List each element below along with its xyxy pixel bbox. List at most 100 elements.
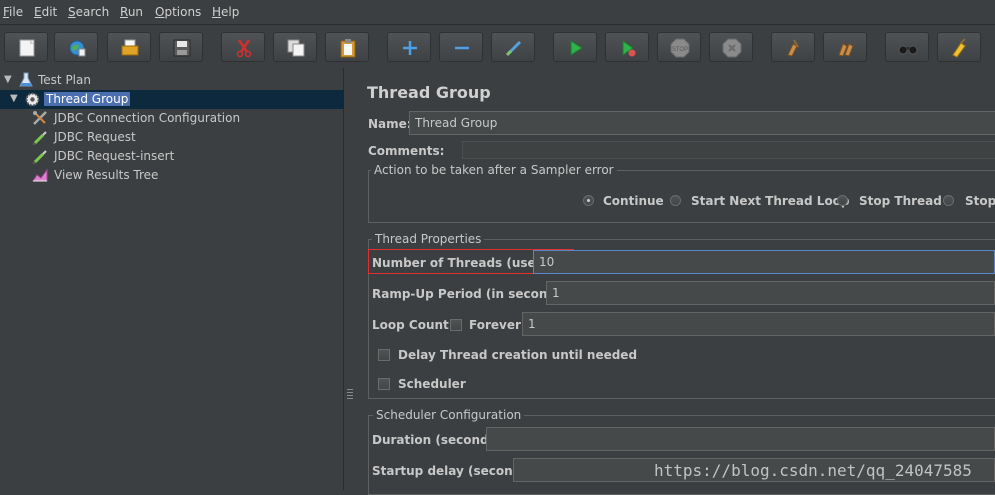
start-next-loop-label[interactable]: Start Next Thread Loop	[691, 194, 850, 208]
panel-title: Thread Group	[367, 83, 491, 102]
thread-group-icon	[25, 92, 40, 107]
menu-search-label: earch	[75, 5, 110, 19]
toggle-button[interactable]	[491, 32, 535, 62]
menu-file[interactable]: File	[3, 5, 23, 19]
comments-label: Comments:	[368, 144, 445, 158]
stop-button[interactable]: STOP	[657, 32, 701, 62]
stop-test-radio[interactable]	[943, 195, 954, 206]
search-button[interactable]	[885, 32, 929, 62]
stop-thread-radio[interactable]	[837, 195, 848, 206]
copy-icon	[287, 39, 305, 57]
duration-field[interactable]	[486, 427, 995, 451]
menu-run-mnemonic: R	[120, 5, 128, 19]
templates-icon	[69, 40, 86, 57]
expand-icon	[403, 41, 417, 55]
menu-options[interactable]: Options	[155, 5, 201, 19]
search-icon	[898, 45, 918, 55]
expand-all-button[interactable]	[387, 32, 431, 62]
thread-properties-title: Thread Properties	[372, 232, 485, 246]
menu-search-mnemonic: S	[68, 5, 76, 19]
split-pane-divider[interactable]	[344, 68, 356, 490]
thread-group-panel: Thread Group Name: Thread Group Comments…	[356, 68, 995, 495]
start-button[interactable]	[553, 32, 597, 62]
delay-thread-label[interactable]: Delay Thread creation until needed	[398, 348, 637, 362]
menu-file-label: ile	[9, 5, 24, 19]
sampler-icon	[32, 150, 47, 164]
loop-count-label: Loop Count:	[372, 318, 454, 332]
name-field[interactable]: Thread Group	[409, 111, 995, 135]
forever-label[interactable]: Forever	[469, 318, 521, 332]
save-button[interactable]	[159, 32, 203, 62]
open-button[interactable]	[107, 32, 151, 62]
scheduler-label[interactable]: Scheduler	[398, 377, 466, 391]
comments-field[interactable]	[462, 141, 995, 159]
grip-line	[347, 389, 353, 390]
config-element-icon	[33, 111, 47, 125]
tree-item-jdbc-connection[interactable]: JDBC Connection Configuration	[0, 109, 344, 128]
ramp-up-field[interactable]: 1	[546, 281, 995, 305]
templates-button[interactable]	[54, 32, 98, 62]
sampler-icon	[32, 131, 47, 145]
cut-button[interactable]	[221, 32, 265, 62]
tree-item-label: Thread Group	[44, 92, 131, 106]
menu-edit[interactable]: Edit	[34, 5, 57, 19]
test-plan-tree: ▼ Test Plan ▼ Thread Group JDBC Connecti…	[0, 68, 344, 490]
clear-all-button[interactable]	[823, 32, 867, 62]
menu-help[interactable]: Help	[212, 5, 239, 19]
menu-run[interactable]: Run	[120, 5, 143, 19]
menu-run-label: un	[127, 5, 144, 19]
tree-item-thread-group[interactable]: ▼ Thread Group	[0, 90, 344, 109]
loop-count-field[interactable]: 1	[522, 312, 995, 336]
menu-options-label: ptions	[164, 5, 202, 19]
delay-thread-checkbox[interactable]	[378, 349, 390, 361]
tree-item-jdbc-request[interactable]: JDBC Request	[0, 128, 344, 147]
number-of-threads-field[interactable]: 10	[533, 250, 995, 274]
cut-icon	[236, 39, 252, 58]
start-icon	[570, 40, 583, 56]
reset-search-icon	[952, 38, 966, 58]
tree-item-label: JDBC Request-insert	[54, 149, 175, 163]
continue-radio-label[interactable]: Continue	[603, 194, 664, 208]
ramp-up-label: Ramp-Up Period (in seconds):	[372, 287, 574, 301]
collapse-all-button[interactable]	[439, 32, 483, 62]
menu-bar: File Edit Search Run Options Help	[0, 0, 995, 25]
tree-item-label: Test Plan	[38, 73, 91, 87]
shutdown-button[interactable]	[709, 32, 753, 62]
duration-label: Duration (seconds)	[372, 433, 502, 447]
expand-arrow-icon[interactable]: ▼	[4, 74, 12, 85]
scheduler-checkbox[interactable]	[378, 378, 390, 390]
forever-checkbox[interactable]	[450, 319, 462, 331]
menu-edit-mnemonic: E	[34, 5, 42, 19]
copy-button[interactable]	[273, 32, 317, 62]
start-no-pause-icon	[622, 40, 636, 57]
clear-all-icon	[838, 43, 854, 57]
menu-edit-label: dit	[41, 5, 58, 19]
tree-item-label: JDBC Connection Configuration	[54, 111, 241, 125]
reset-search-button[interactable]	[937, 32, 981, 62]
paste-button[interactable]	[325, 32, 369, 62]
stop-thread-label[interactable]: Stop Thread	[859, 194, 942, 208]
sampler-error-title: Action to be taken after a Sampler error	[371, 163, 617, 177]
tree-item-test-plan[interactable]: ▼ Test Plan	[0, 71, 344, 90]
expand-arrow-icon[interactable]: ▼	[10, 93, 18, 104]
paste-icon	[340, 39, 356, 58]
toggle-icon	[505, 40, 522, 57]
start-no-pauses-button[interactable]	[605, 32, 649, 62]
scheduler-config-title: Scheduler Configuration	[373, 408, 525, 422]
tree-item-jdbc-request-insert[interactable]: JDBC Request-insert	[0, 147, 344, 166]
clear-icon	[787, 39, 799, 57]
new-button[interactable]	[4, 32, 48, 62]
collapse-icon	[455, 46, 469, 50]
grip-line	[347, 392, 353, 393]
stop-test-label[interactable]: Stop T	[965, 194, 995, 208]
start-next-loop-radio[interactable]	[670, 195, 681, 206]
tree-item-view-results-tree[interactable]: View Results Tree	[0, 166, 344, 185]
grip-line	[347, 395, 353, 396]
continue-radio[interactable]	[583, 195, 594, 206]
number-of-threads-label: Number of Threads (users):	[372, 256, 560, 270]
menu-search[interactable]: Search	[68, 5, 109, 19]
name-label: Name:	[368, 117, 412, 131]
watermark-text: https://blog.csdn.net/qq_24047585	[654, 461, 972, 480]
clear-button[interactable]	[771, 32, 815, 62]
test-plan-icon	[19, 72, 33, 87]
